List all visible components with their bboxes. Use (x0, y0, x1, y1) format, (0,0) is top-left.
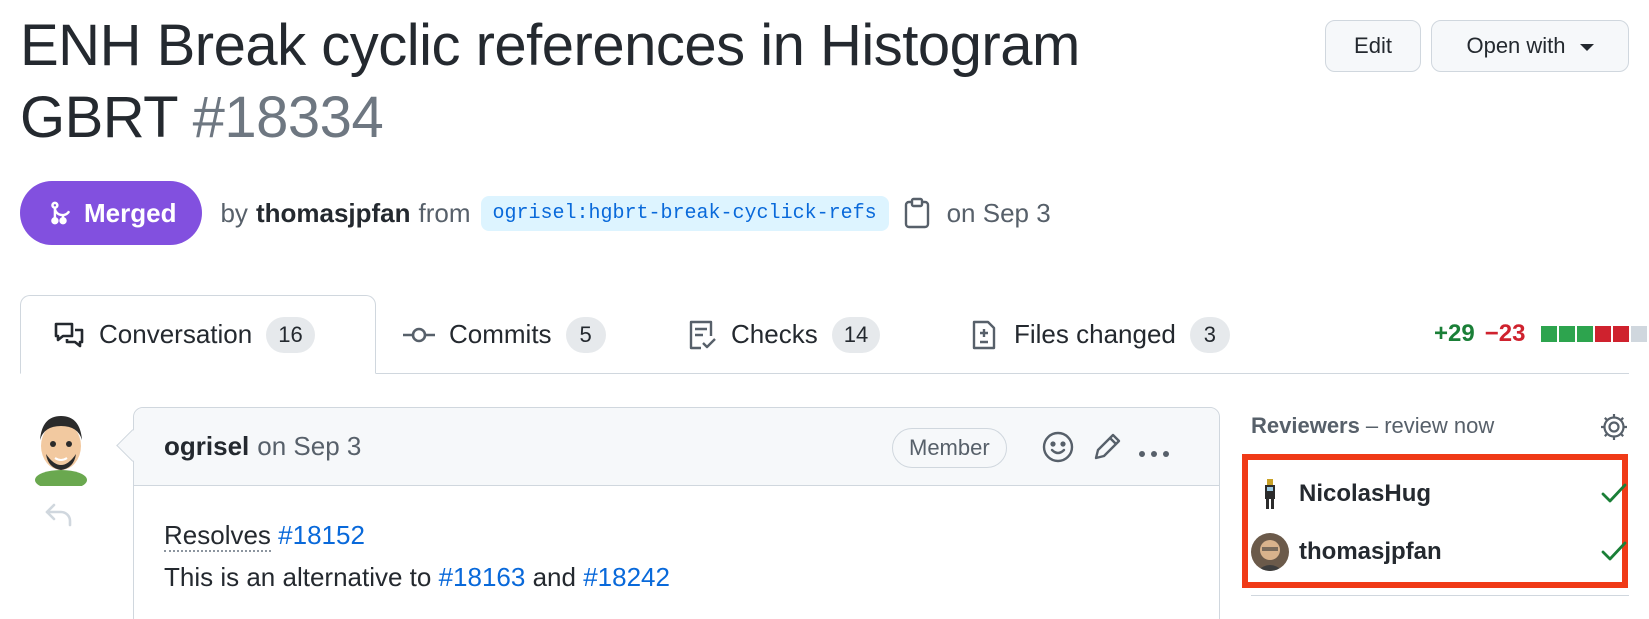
comment-line-2: This is an alternative to #18163 and #18… (164, 556, 1189, 598)
pr-title: ENH Break cyclic references in Histogram… (20, 10, 1200, 154)
pr-title-text: ENH Break cyclic references in Histogram… (20, 13, 1080, 150)
smiley-icon[interactable] (1041, 430, 1075, 471)
merged-badge: Merged (20, 181, 203, 245)
diffstat-block (1577, 326, 1594, 342)
avatar (1251, 533, 1289, 571)
tab-files-changed-label: Files changed (1014, 319, 1176, 349)
git-merge-icon (51, 201, 71, 225)
copy-icon[interactable] (903, 197, 931, 229)
comment-line-1: Resolves #18152 (164, 514, 1189, 556)
check-icon (1601, 540, 1627, 569)
tab-commits[interactable]: Commits 5 (403, 295, 606, 374)
open-with-button[interactable]: Open with (1431, 20, 1629, 72)
diffstat-block (1595, 326, 1612, 342)
tab-checks[interactable]: Checks 14 (685, 295, 881, 374)
issue-link-18152[interactable]: #18152 (278, 520, 365, 550)
diffstat-block (1631, 326, 1648, 342)
tab-commits-label: Commits (449, 319, 552, 349)
avatar[interactable] (28, 410, 94, 490)
open-with-label: Open with (1466, 33, 1566, 58)
issue-link-18242[interactable]: #18242 (583, 562, 670, 592)
diffstat-block (1559, 326, 1576, 342)
reply-icon (44, 502, 74, 533)
comment-date[interactable]: on Sep 3 (257, 431, 361, 462)
tab-conversation-label: Conversation (99, 319, 253, 349)
additions-count: +29 (1434, 320, 1475, 347)
tab-checks-label: Checks (731, 319, 818, 349)
diffstat-block (1541, 326, 1558, 342)
reviewers-subtitle: – review now (1365, 413, 1495, 438)
commit-icon (403, 327, 435, 342)
checklist-icon (689, 320, 716, 349)
merged-label: Merged (84, 197, 177, 228)
gear-icon[interactable] (1599, 412, 1629, 447)
reviewer-name[interactable]: thomasjpfan (1299, 538, 1442, 566)
and-text: and (532, 562, 576, 592)
pr-meta: Merged by thomasjpfan from ogrisel:hgbrt… (20, 181, 1051, 245)
reviewer-item[interactable]: thomasjpfan (1251, 530, 1627, 574)
comment-author[interactable]: ogrisel (164, 431, 249, 462)
edit-button[interactable]: Edit (1325, 20, 1421, 72)
tab-commits-count: 5 (565, 316, 606, 353)
reviewers-header[interactable]: Reviewers – review now (1251, 408, 1629, 444)
issue-link-18163[interactable]: #18163 (439, 562, 526, 592)
diffstat-block (1613, 326, 1630, 342)
reviewer-item[interactable]: NicolasHug (1251, 472, 1627, 516)
comment-discussion-icon (54, 322, 84, 347)
pr-author[interactable]: thomasjpfan (256, 198, 411, 229)
file-diff-icon (972, 320, 996, 349)
comment-body: Resolves #18152 This is an alternative t… (134, 486, 1219, 619)
edit-button-label: Edit (1354, 33, 1392, 58)
reviewers-panel: Reviewers – review now NicolasHug thomas… (1242, 408, 1629, 596)
alternative-text: This is an alternative to (164, 562, 432, 592)
kebab-horizontal-icon[interactable] (1136, 438, 1172, 469)
tab-conversation-count: 16 (266, 316, 315, 353)
diffstat-blocks (1541, 326, 1648, 342)
tab-checks-count: 14 (831, 316, 881, 353)
avatar (1251, 475, 1289, 513)
tab-files-changed[interactable]: Files changed 3 (968, 295, 1230, 374)
check-icon (1601, 482, 1627, 511)
tab-files-changed-count: 3 (1189, 316, 1230, 353)
pencil-icon[interactable] (1090, 430, 1124, 471)
tab-conversation[interactable]: Conversation 16 (20, 295, 376, 374)
chevron-down-icon (1579, 44, 1594, 51)
deletions-count: −23 (1484, 320, 1526, 347)
resolves-keyword: Resolves (164, 520, 271, 552)
reviewer-name[interactable]: NicolasHug (1299, 480, 1431, 508)
member-badge: Member (892, 428, 1007, 468)
comment-box: ogrisel on Sep 3 Member Resolves #18152 … (133, 407, 1220, 619)
from-label: from (418, 197, 471, 228)
pr-date: on Sep 3 (946, 197, 1051, 228)
reviewers-title: Reviewers (1251, 413, 1360, 438)
reviewers-divider (1251, 595, 1629, 596)
comment-header: ogrisel on Sep 3 Member (134, 408, 1219, 486)
pr-number: #18334 (192, 85, 384, 150)
head-branch[interactable]: ogrisel:hgbrt-break-cyclick-refs (480, 195, 889, 231)
diffstat: +29 −23 (1434, 320, 1648, 348)
by-label: by (220, 197, 248, 228)
